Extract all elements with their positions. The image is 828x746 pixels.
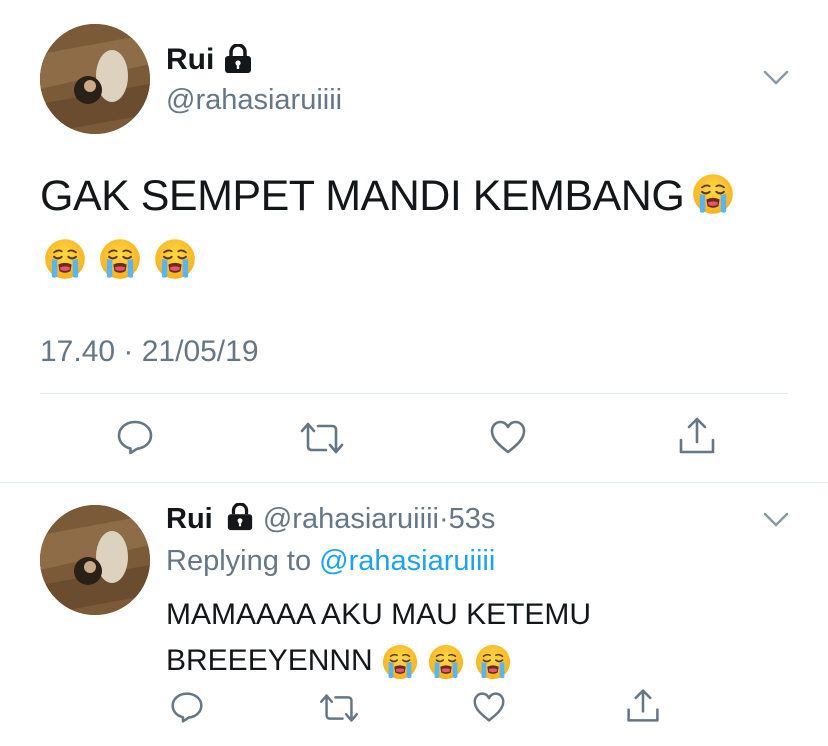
divider [40,393,788,394]
author-name[interactable]: Rui [166,503,213,535]
reply-header: Rui @rahasiaruiiii·53s [166,503,495,536]
replying-to: Replying to @rahasiaruiiii [166,545,495,578]
replying-to-handle[interactable]: @rahasiaruiiii [319,545,495,577]
avatar[interactable] [40,24,150,134]
reply-icon[interactable] [116,418,154,456]
separator: · [438,503,449,535]
heart-icon[interactable] [472,691,506,723]
retweet-icon[interactable] [319,692,359,724]
tweet-timestamp[interactable]: 17.40 · 21/05/19 [40,335,259,369]
loudly-crying-face-emoji [381,643,419,681]
author-handle[interactable]: @rahasiaruiiii [166,84,342,117]
reply-text: MAMAAAA AKU MAU KETEMU BREEEYENNN [166,592,591,684]
reply-text-line: BREEEYENNN [166,638,591,684]
loudly-crying-face-emoji [43,237,87,281]
tweet-text: GAK SEMPET MANDI KEMBANG [40,170,685,222]
loudly-crying-face-emoji [153,237,197,281]
reply-text-line: MAMAAAA AKU MAU KETEMU [166,598,592,631]
tweet-text-line: GAK SEMPET MANDI KEMBANG [40,172,685,220]
replying-label: Replying to [166,545,312,577]
avatar[interactable] [40,505,150,615]
chevron-down-icon[interactable] [763,70,789,86]
reply-icon[interactable] [170,690,204,724]
loudly-crying-face-emoji [691,172,735,216]
author-handle[interactable]: @rahasiaruiiii [263,503,439,535]
lock-icon [222,44,254,74]
time-ago[interactable]: 53s [449,503,496,535]
loudly-crying-face-emoji [427,643,465,681]
reply-text-line2: BREEEYENNN [166,644,373,677]
divider [0,482,828,483]
heart-icon[interactable] [489,419,527,455]
retweet-icon[interactable] [300,420,344,456]
chevron-down-icon[interactable] [763,512,789,528]
loudly-crying-face-emoji [98,237,142,281]
lock-icon [225,503,255,531]
loudly-crying-face-emoji [474,643,512,681]
author-name[interactable]: Rui [166,43,214,77]
share-icon[interactable] [677,416,717,456]
share-icon[interactable] [625,688,661,724]
